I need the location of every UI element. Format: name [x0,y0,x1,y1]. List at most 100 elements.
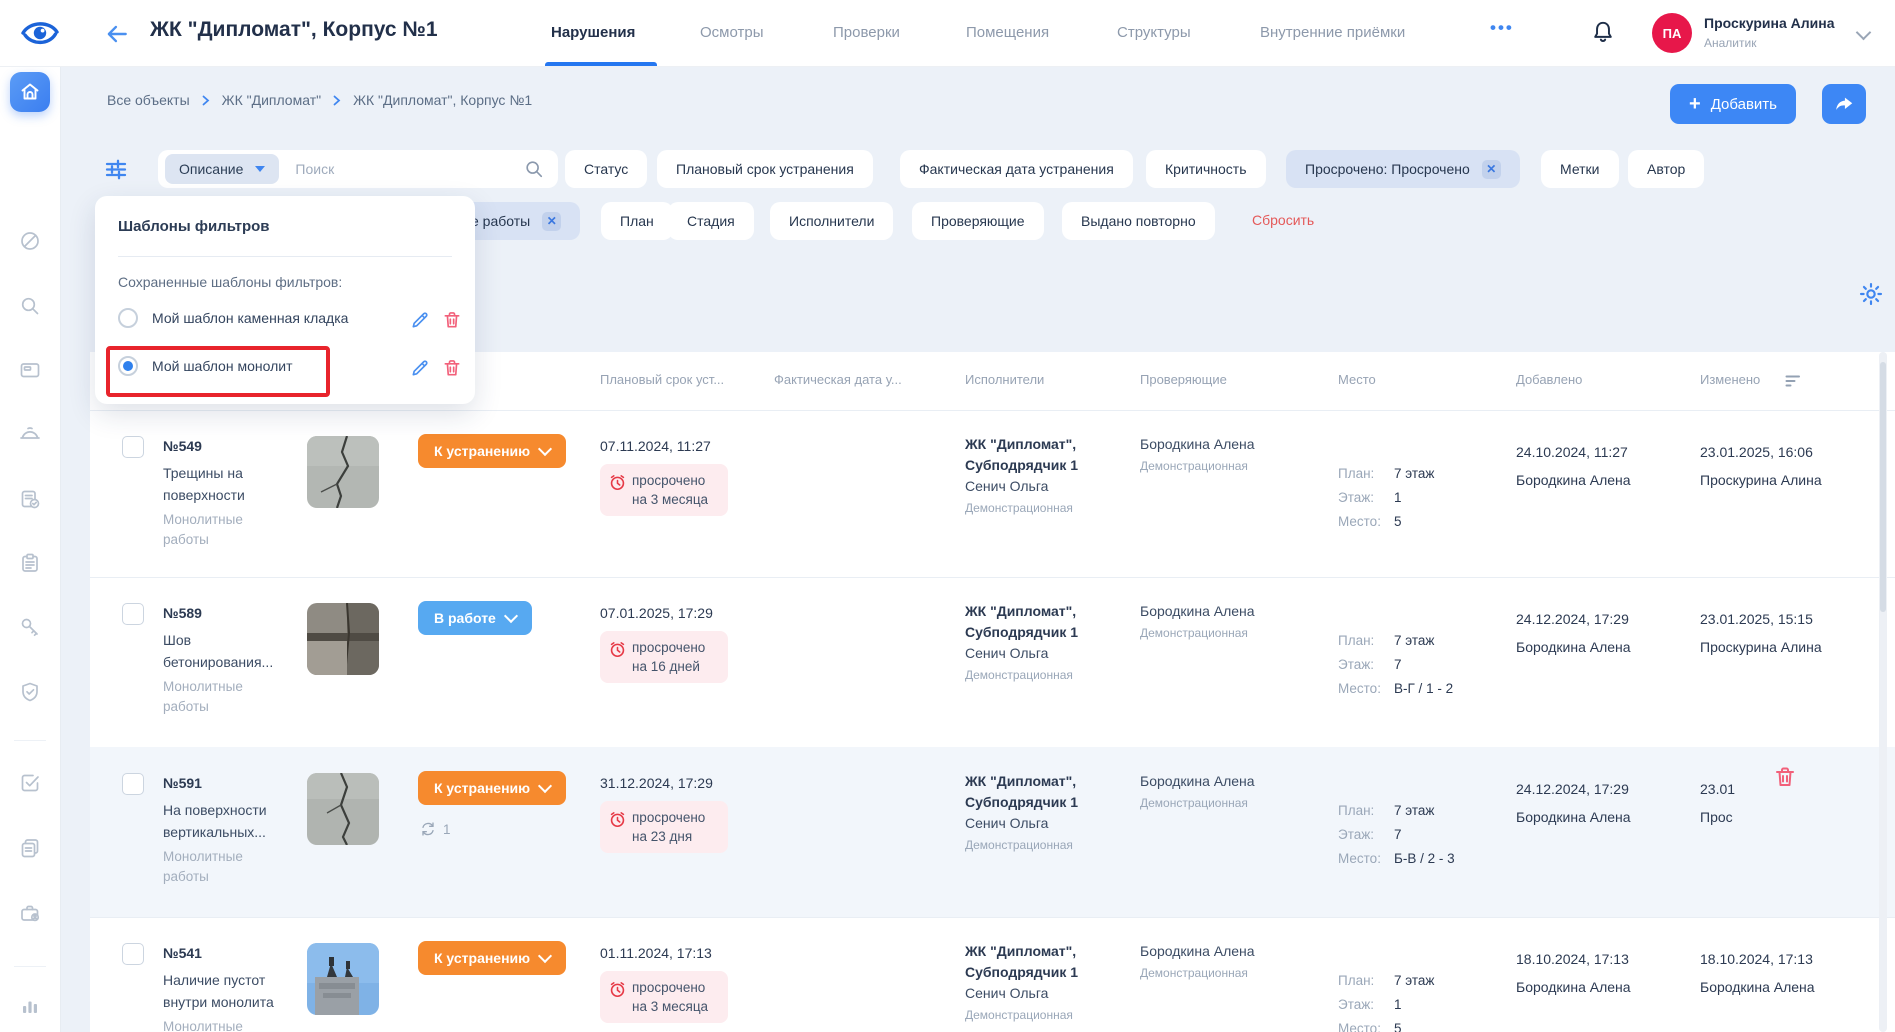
filter-chip-criticality[interactable]: Критичность [1146,150,1266,188]
filter-chip-planned-date[interactable]: Плановый срок устранения [657,150,873,188]
table-row[interactable]: №541 Наличие пустот внутри монолита Моно… [90,917,1895,1032]
table-row[interactable]: №549 Трещины на поверхности Монолитные р… [90,410,1895,577]
delete-row-trash-icon[interactable] [1773,765,1797,789]
filter-chip-reissued[interactable]: Выдано повторно [1062,202,1215,240]
filter-chip-plan[interactable]: План [601,202,673,240]
sort-icon[interactable] [1785,374,1802,393]
back-arrow-icon[interactable] [104,21,130,47]
sidebar-item-home[interactable] [10,72,50,112]
col-place[interactable]: Место [1338,372,1376,387]
defect-photo[interactable] [307,603,379,675]
violation-title[interactable]: На поверхности вертикальных... [163,799,287,843]
defect-photo[interactable] [307,943,379,1015]
row-checkbox[interactable] [122,943,144,965]
sidebar-item-document-check-icon[interactable] [19,488,41,510]
sidebar-item-copies-icon[interactable] [19,837,41,859]
status-button[interactable]: К устранению [418,434,566,468]
violations-table: Плановый срок уст... Фактическая дата у.… [90,352,1895,1032]
filter-chip-actual-date[interactable]: Фактическая дата устранения [900,150,1133,188]
overdue-badge: просроченона 3 месяца [600,464,728,516]
sidebar-item-ban-icon[interactable] [19,230,41,252]
filter-chip-author[interactable]: Автор [1628,150,1704,188]
row-checkbox[interactable] [122,436,144,458]
tab-internal-acceptance[interactable]: Внутренние приёмки [1260,24,1405,41]
overdue-line2: на 3 месяца [632,999,708,1014]
user-avatar[interactable]: ПА [1652,13,1692,53]
radio-unchecked-icon[interactable] [118,308,138,328]
violation-category: Монолитные работы [163,677,275,717]
filter-chip-reviewers[interactable]: Проверяющие [912,202,1044,240]
share-button[interactable] [1822,84,1866,124]
table-settings-gear-icon[interactable] [1858,281,1884,307]
notifications-bell-icon[interactable] [1590,18,1616,46]
status-button[interactable]: В работе [418,601,532,635]
tab-violations[interactable]: Нарушения [551,24,635,41]
add-button[interactable]: + Добавить [1670,84,1796,124]
violation-id: №591 [163,775,202,791]
template-option-label[interactable]: Мой шаблон каменная кладка [152,310,348,326]
violation-category: Монолитные работы [163,847,275,887]
breadcrumb-all-objects[interactable]: Все объекты [107,92,190,108]
sidebar-item-search-icon[interactable] [19,295,41,317]
edit-pencil-icon[interactable] [410,310,430,330]
share-icon [1833,93,1855,115]
app-logo-icon[interactable] [20,16,60,55]
sidebar-item-clipboard-icon[interactable] [19,552,41,574]
filter-chip-status[interactable]: Статус [565,150,647,188]
col-executors[interactable]: Исполнители [965,372,1044,387]
reviewers-cell: Бородкина Алена Демонстрационная [1140,941,1255,983]
delete-trash-icon[interactable] [442,358,462,378]
filter-chip-executors[interactable]: Исполнители [770,202,893,240]
col-added[interactable]: Добавлено [1516,372,1582,387]
more-menu-icon[interactable]: ••• [1490,18,1514,38]
col-reviewers[interactable]: Проверяющие [1140,372,1227,387]
page-title: ЖК "Дипломат", Корпус №1 [150,18,438,42]
defect-photo[interactable] [307,773,379,845]
table-row[interactable]: №591 На поверхности вертикальных... Моно… [90,747,1895,917]
edit-pencil-icon[interactable] [410,358,430,378]
sidebar-item-bar-chart-icon[interactable] [19,995,41,1017]
table-row[interactable]: №589 Шов бетонирования... Монолитные раб… [90,577,1895,747]
status-button[interactable]: К устранению [418,941,566,975]
tab-structures[interactable]: Структуры [1117,24,1191,41]
defect-photo[interactable] [307,436,379,508]
status-button[interactable]: К устранению [418,771,566,805]
violation-title[interactable]: Наличие пустот внутри монолита [163,969,287,1013]
col-planned[interactable]: Плановый срок уст... [600,372,724,387]
search-input[interactable]: Поиск [295,161,524,177]
template-option[interactable]: Мой шаблон каменная кладка [118,308,348,328]
tab-rooms[interactable]: Помещения [966,24,1049,41]
sidebar-item-card-icon[interactable] [19,359,41,381]
sidebar-item-task-check-icon[interactable] [19,772,41,794]
violation-title[interactable]: Трещины на поверхности [163,462,287,506]
filter-chip-stage[interactable]: Стадия [668,202,754,240]
tab-inspections[interactable]: Осмотры [700,24,764,41]
delete-trash-icon[interactable] [442,310,462,330]
dropdown-triangle-icon [255,166,265,172]
search-category-dropdown[interactable]: Описание [165,154,279,184]
panel-title: Шаблоны фильтров [118,218,270,235]
sidebar-item-key-icon[interactable] [19,616,41,638]
violation-title[interactable]: Шов бетонирования... [163,629,287,673]
remove-filter-icon[interactable]: ✕ [1482,160,1501,179]
changed-cell: 23.01.2025, 16:06Проскурина Алина [1700,438,1822,494]
sidebar-item-shield-icon[interactable] [19,681,41,703]
tab-checks[interactable]: Проверки [833,24,900,41]
sidebar-item-briefcase-icon[interactable] [19,902,41,924]
user-menu-chevron-icon[interactable] [1856,25,1872,41]
remove-filter-icon[interactable]: ✕ [542,212,561,231]
reset-filters-link[interactable]: Сбросить [1252,212,1314,228]
overdue-line2: на 23 дня [632,829,692,844]
col-actual[interactable]: Фактическая дата у... [774,372,902,387]
filter-chip-overdue-selected[interactable]: Просрочено: Просрочено ✕ [1286,150,1520,188]
col-changed[interactable]: Изменено [1700,372,1760,387]
table-scrollbar-thumb[interactable] [1880,362,1886,612]
sidebar-item-helmet-icon[interactable] [19,423,41,445]
overdue-line2: на 3 месяца [632,492,708,507]
overdue-line1: просрочено [632,640,705,655]
breadcrumb-project[interactable]: ЖК "Дипломат" [222,92,321,108]
row-checkbox[interactable] [122,603,144,625]
filter-chip-tags[interactable]: Метки [1541,150,1619,188]
row-checkbox[interactable] [122,773,144,795]
filter-sliders-icon[interactable] [103,156,129,182]
